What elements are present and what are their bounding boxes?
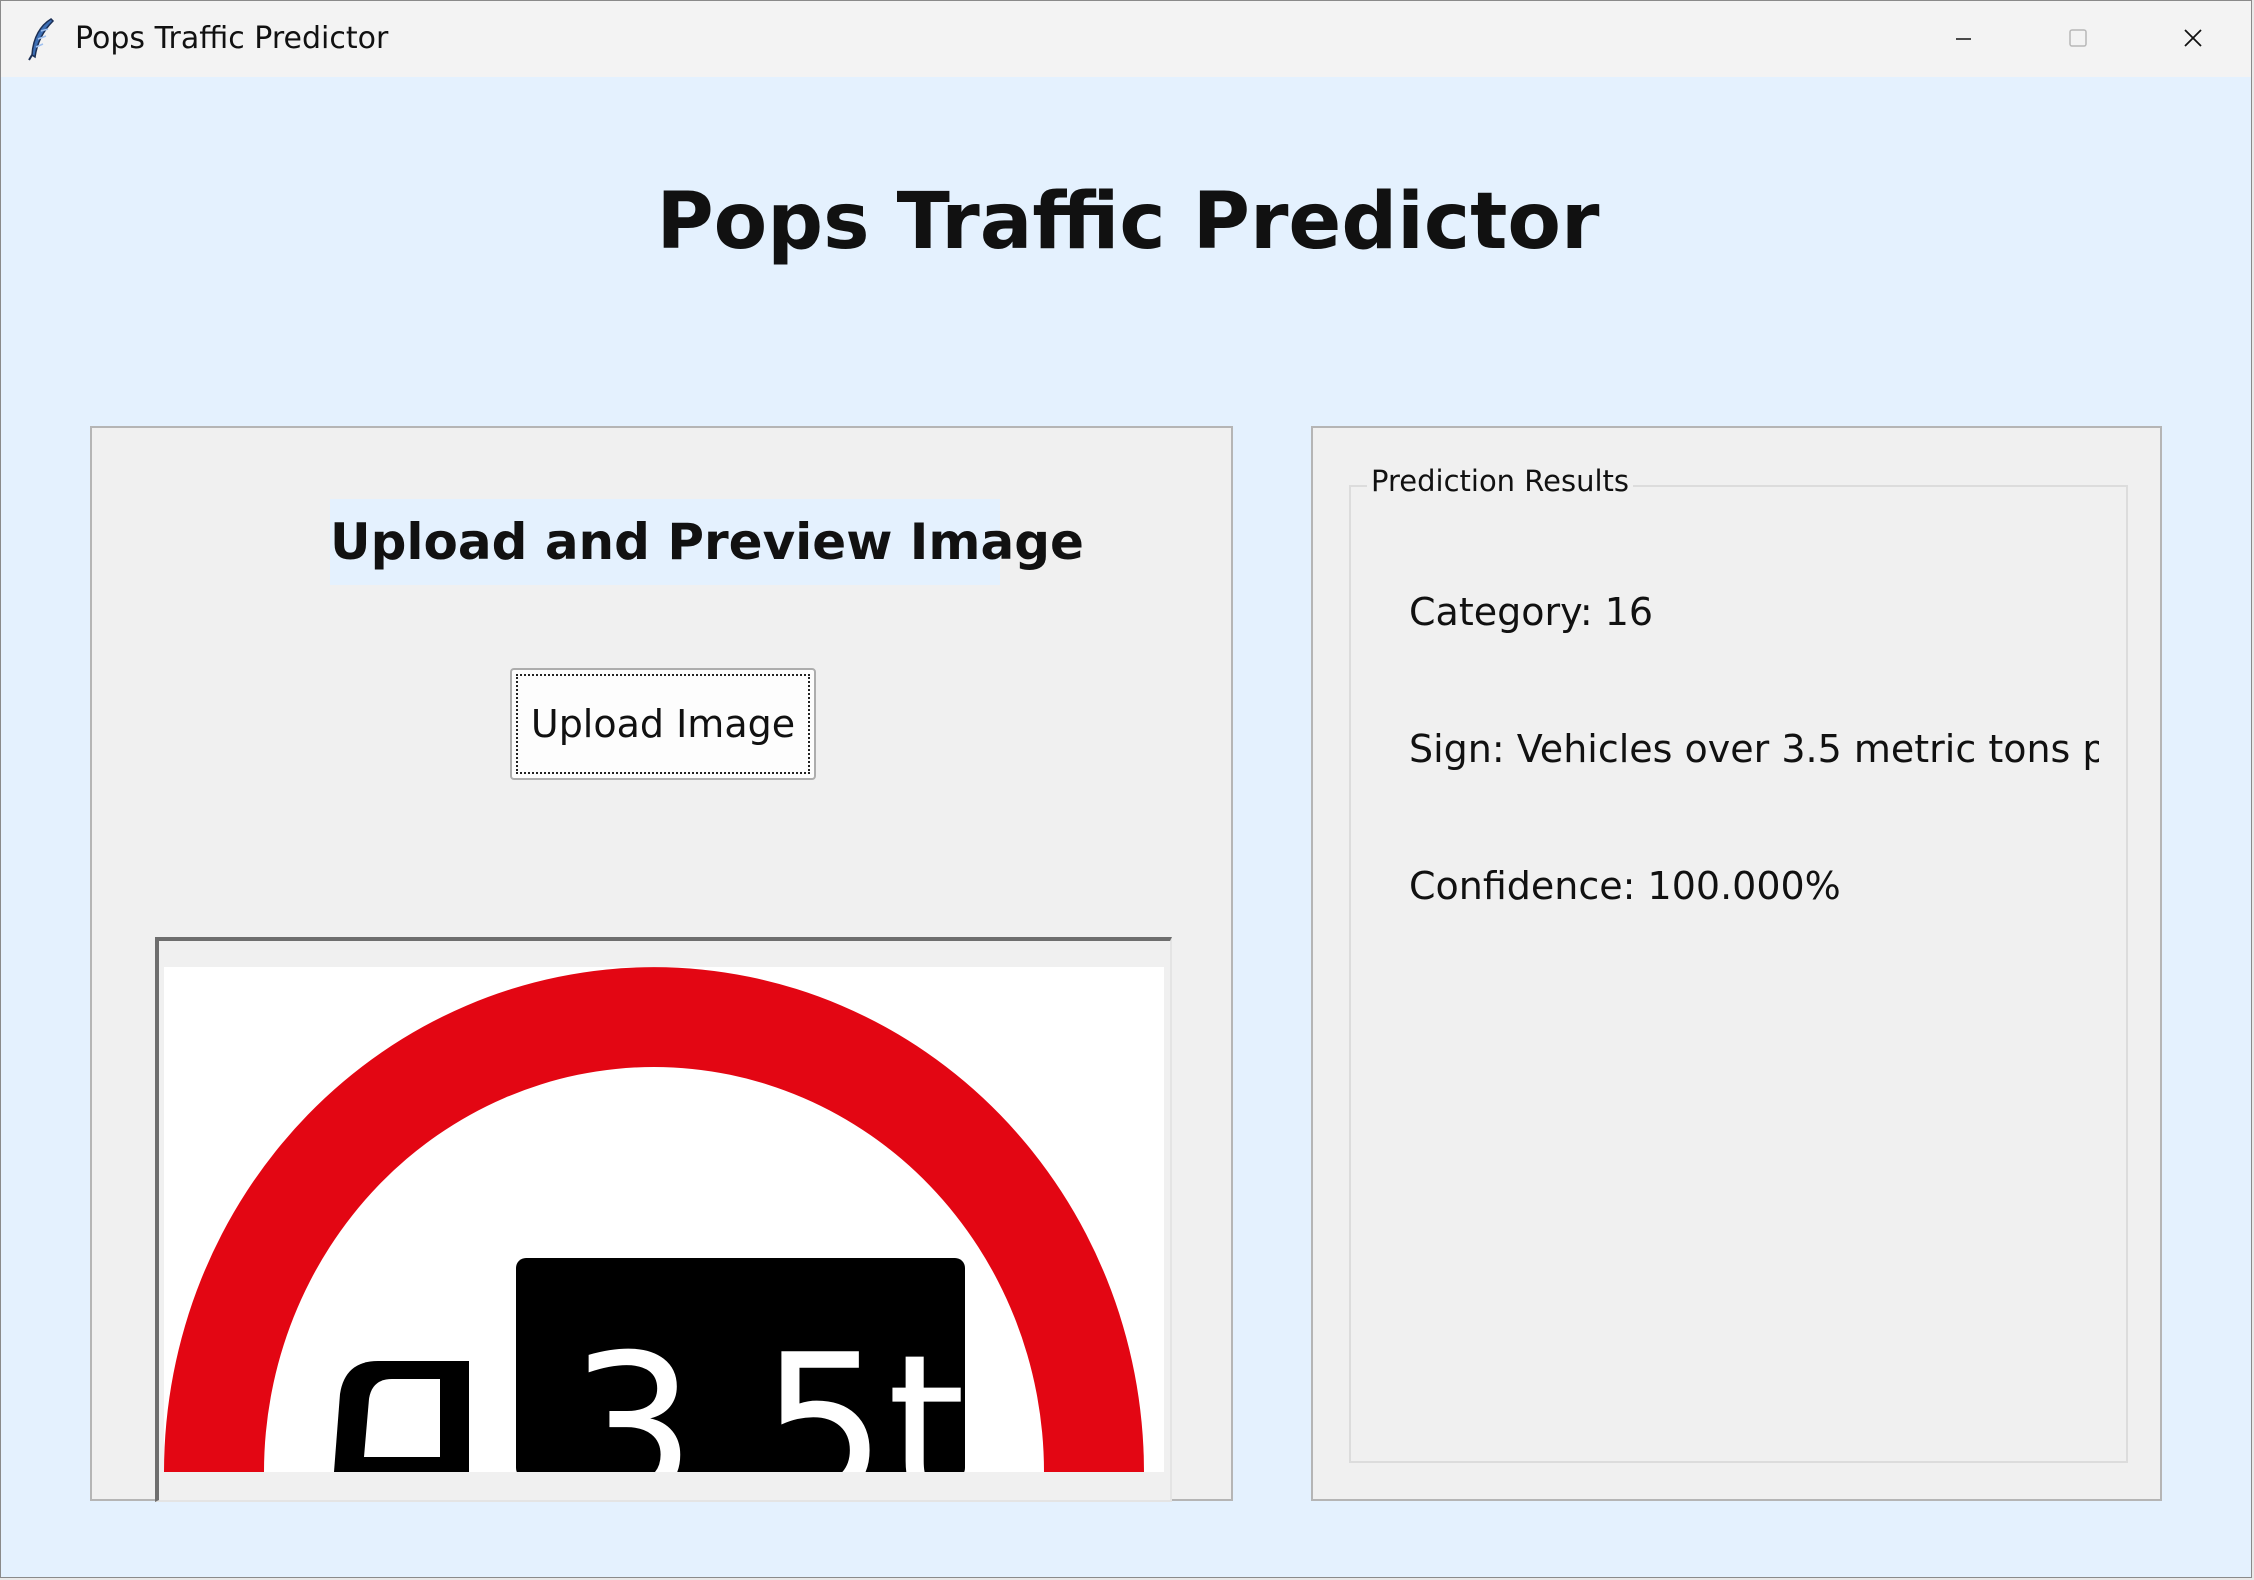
close-button[interactable]: [2135, 1, 2250, 77]
main-content: Pops Traffic Predictor Upload and Previe…: [1, 77, 2251, 1577]
weight-limit-sign-icon: 3.5t: [164, 967, 1144, 1472]
upload-panel-heading: Upload and Preview Image: [330, 499, 1084, 585]
minimize-icon: [1956, 38, 1971, 40]
upload-panel: Upload and Preview Image Upload Image 3.…: [90, 426, 1233, 1502]
window-title: Pops Traffic Predictor: [75, 21, 389, 56]
results-panel: Prediction Results Category: 16 Sign: Ve…: [1311, 426, 2162, 1501]
image-preview-frame: 3.5t: [155, 937, 1172, 1502]
sign-result: Sign: Vehicles over 3.5 metric tons pro: [1409, 727, 2099, 771]
weight-plate-text: 3.5t: [569, 1312, 965, 1472]
confidence-result: Confidence: 100.000%: [1409, 864, 1841, 908]
maximize-button[interactable]: [2020, 1, 2135, 77]
category-result: Category: 16: [1409, 590, 1654, 634]
upload-image-button[interactable]: Upload Image: [510, 668, 816, 780]
results-legend: Prediction Results: [1367, 464, 1633, 498]
truck-window-shape: [364, 1379, 440, 1457]
preview-image: 3.5t: [164, 967, 1164, 1472]
page-title: Pops Traffic Predictor: [656, 177, 1600, 267]
upload-image-button-label: Upload Image: [530, 702, 796, 746]
app-window: Pops Traffic Predictor Pops Traffic Pred…: [0, 0, 2252, 1578]
close-icon: [2184, 29, 2202, 47]
maximize-icon: [2069, 29, 2087, 47]
minimize-button[interactable]: [1905, 1, 2020, 77]
title-bar[interactable]: Pops Traffic Predictor: [1, 1, 2251, 77]
feather-icon: [28, 18, 55, 61]
